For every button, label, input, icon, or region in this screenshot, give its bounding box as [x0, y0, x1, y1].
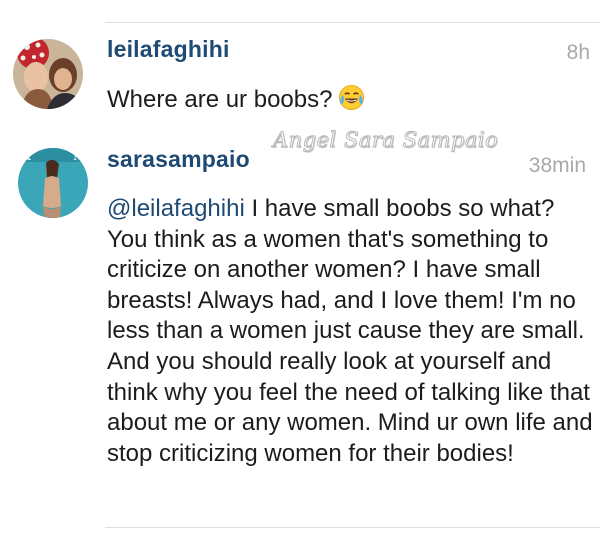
comment-text: @leilafaghihi I have small boobs so what…	[107, 194, 597, 469]
watermark: Angel Sara Sampaio	[272, 128, 499, 153]
comment-username[interactable]: sarasampaio	[107, 146, 250, 173]
svg-text:M: M	[73, 149, 85, 163]
avatar[interactable]: A M	[18, 148, 88, 218]
top-divider	[105, 22, 600, 23]
comment-body: I have small boobs so what? You think as…	[107, 195, 593, 467]
svg-text:A: A	[21, 149, 31, 163]
comment-timestamp: 38min	[528, 154, 586, 177]
comment-username[interactable]: leilafaghihi	[107, 36, 230, 63]
face-with-tears-of-joy-icon	[338, 84, 365, 118]
bottom-divider	[105, 527, 600, 528]
mention-link[interactable]: @leilafaghihi	[107, 195, 245, 222]
avatar[interactable]	[13, 39, 83, 109]
comment-text: Where are ur boobs?	[107, 84, 365, 118]
comment-timestamp: 8h	[566, 41, 590, 64]
comment-body: Where are ur boobs?	[107, 86, 333, 113]
